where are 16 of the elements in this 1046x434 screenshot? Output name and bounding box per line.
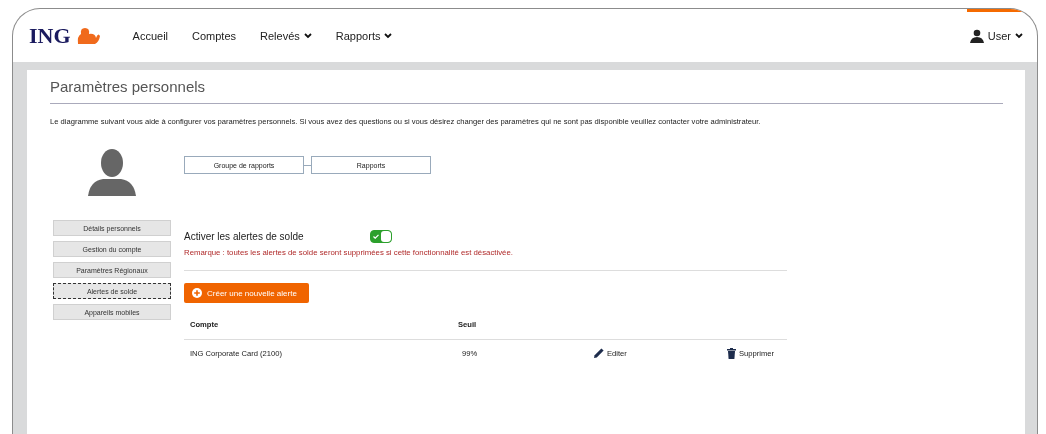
page-title: Paramètres personnels (50, 78, 1003, 104)
nav-link[interactable]: Comptes (192, 29, 237, 42)
chevron-down-icon (1015, 32, 1023, 39)
toggle-label: Activer les alertes de solde (184, 231, 305, 242)
trash-icon (727, 347, 736, 359)
brand-logo: ING (29, 22, 71, 49)
alerts-toggle[interactable] (370, 230, 392, 243)
user-icon (969, 28, 984, 43)
nav-link[interactable]: Accueil (132, 29, 169, 42)
nav-link[interactable]: Rapports (335, 29, 393, 42)
plus-circle-icon (192, 288, 202, 298)
user-menu[interactable]: User (969, 28, 1023, 43)
nav-link[interactable]: Relevés (260, 29, 312, 42)
pencil-icon (594, 348, 604, 358)
avatar-icon (88, 148, 136, 196)
check-icon (373, 234, 379, 239)
